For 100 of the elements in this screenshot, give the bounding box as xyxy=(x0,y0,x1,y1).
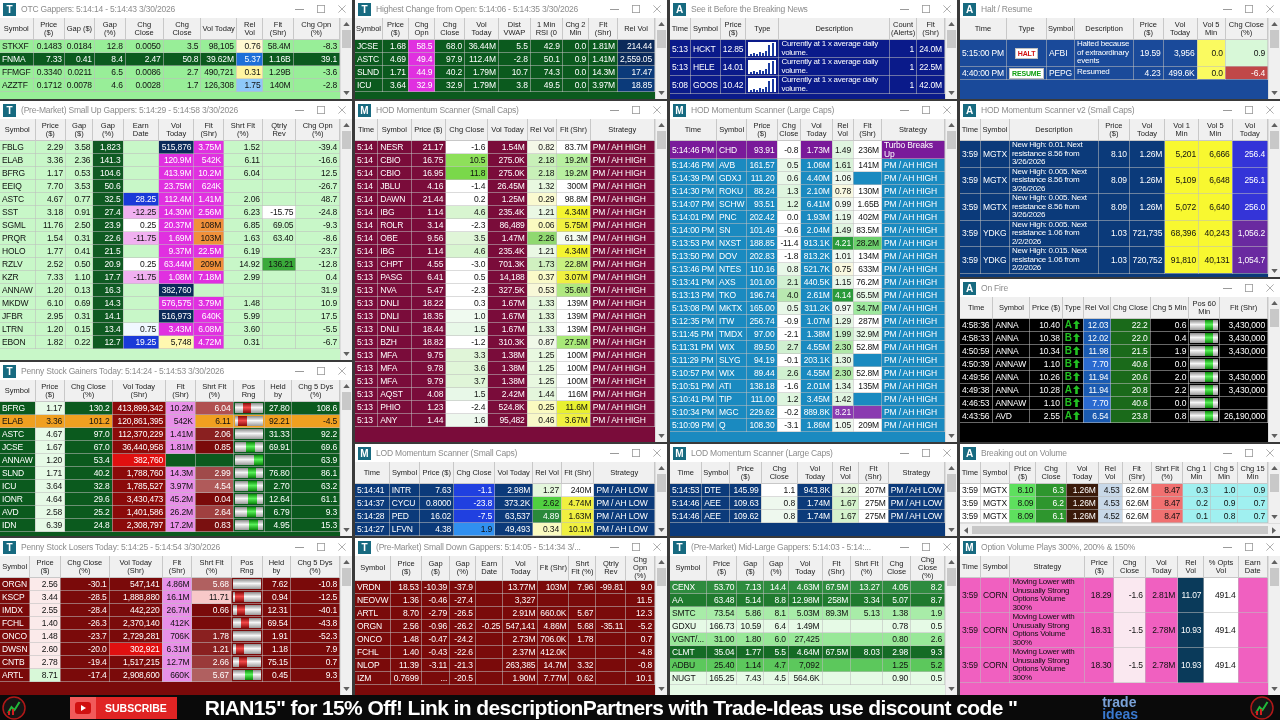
scrollbar-thumb[interactable] xyxy=(947,30,956,48)
vertical-scrollbar[interactable] xyxy=(1268,462,1280,523)
caret-up-icon[interactable] xyxy=(658,123,665,127)
minimize-icon[interactable] xyxy=(1223,8,1232,10)
caret-up-icon[interactable] xyxy=(658,22,665,26)
caret-down-icon[interactable] xyxy=(1271,515,1278,519)
vertical-scrollbar[interactable] xyxy=(340,18,352,99)
scrollbar-thumb[interactable] xyxy=(1270,131,1279,149)
minimize-icon[interactable] xyxy=(1223,452,1232,454)
maximize-icon[interactable] xyxy=(922,449,930,457)
caret-up-icon[interactable] xyxy=(1271,466,1278,470)
caret-down-icon[interactable] xyxy=(658,528,665,532)
close-icon[interactable] xyxy=(1266,543,1274,551)
minimize-icon[interactable] xyxy=(900,8,909,10)
close-icon[interactable] xyxy=(653,543,661,551)
maximize-icon[interactable] xyxy=(1245,449,1253,457)
caret-up-icon[interactable] xyxy=(948,560,955,564)
close-icon[interactable] xyxy=(653,5,661,13)
close-icon[interactable] xyxy=(338,367,346,375)
scrollbar-thumb[interactable] xyxy=(947,474,956,492)
close-icon[interactable] xyxy=(1266,106,1274,114)
caret-down-icon[interactable] xyxy=(1271,434,1278,438)
maximize-icon[interactable] xyxy=(1245,5,1253,13)
minimize-icon[interactable] xyxy=(900,546,909,548)
caret-down-icon[interactable] xyxy=(948,434,955,438)
vertical-scrollbar[interactable] xyxy=(1268,18,1280,99)
vertical-scrollbar[interactable] xyxy=(945,556,957,695)
close-icon[interactable] xyxy=(338,5,346,13)
close-icon[interactable] xyxy=(1266,5,1274,13)
caret-up-icon[interactable] xyxy=(1271,560,1278,564)
minimize-icon[interactable] xyxy=(295,370,304,372)
vertical-scrollbar[interactable] xyxy=(655,462,667,536)
caret-up-icon[interactable] xyxy=(343,22,350,26)
maximize-icon[interactable] xyxy=(317,367,325,375)
vertical-scrollbar[interactable] xyxy=(1268,556,1280,695)
caret-up-icon[interactable] xyxy=(948,22,955,26)
scrollbar-thumb[interactable] xyxy=(657,568,666,586)
close-icon[interactable] xyxy=(1266,449,1274,457)
caret-down-icon[interactable] xyxy=(343,91,350,95)
caret-up-icon[interactable] xyxy=(948,466,955,470)
maximize-icon[interactable] xyxy=(317,5,325,13)
caret-down-icon[interactable] xyxy=(1271,269,1278,273)
maximize-icon[interactable] xyxy=(317,106,325,114)
vertical-scrollbar[interactable] xyxy=(655,556,667,695)
minimize-icon[interactable] xyxy=(295,8,304,10)
scrollbar-thumb[interactable] xyxy=(657,30,666,48)
horizontal-scrollbar[interactable] xyxy=(960,523,1280,536)
caret-up-icon[interactable] xyxy=(1271,22,1278,26)
caret-down-icon[interactable] xyxy=(948,91,955,95)
vertical-scrollbar[interactable] xyxy=(340,119,352,360)
scrollbar-thumb[interactable] xyxy=(1270,474,1279,492)
caret-down-icon[interactable] xyxy=(1271,687,1278,691)
minimize-icon[interactable] xyxy=(610,109,619,111)
caret-up-icon[interactable] xyxy=(343,123,350,127)
minimize-icon[interactable] xyxy=(1223,109,1232,111)
scrollbar-thumb[interactable] xyxy=(1270,309,1279,327)
scrollbar-thumb[interactable] xyxy=(947,568,956,586)
caret-down-icon[interactable] xyxy=(343,687,350,691)
caret-up-icon[interactable] xyxy=(343,384,350,388)
close-icon[interactable] xyxy=(653,449,661,457)
maximize-icon[interactable] xyxy=(922,5,930,13)
vertical-scrollbar[interactable] xyxy=(945,18,957,99)
minimize-icon[interactable] xyxy=(900,109,909,111)
minimize-icon[interactable] xyxy=(900,452,909,454)
caret-right-icon[interactable] xyxy=(1272,526,1276,534)
close-icon[interactable] xyxy=(943,106,951,114)
caret-up-icon[interactable] xyxy=(343,560,350,564)
scrollbar-thumb[interactable] xyxy=(342,392,351,410)
caret-down-icon[interactable] xyxy=(1271,91,1278,95)
scrollbar-thumb[interactable] xyxy=(947,131,956,149)
minimize-icon[interactable] xyxy=(1223,546,1232,548)
maximize-icon[interactable] xyxy=(922,106,930,114)
minimize-icon[interactable] xyxy=(295,109,304,111)
close-icon[interactable] xyxy=(338,543,346,551)
vertical-scrollbar[interactable] xyxy=(1268,119,1280,277)
close-icon[interactable] xyxy=(653,106,661,114)
maximize-icon[interactable] xyxy=(632,543,640,551)
caret-left-icon[interactable] xyxy=(964,526,968,534)
close-icon[interactable] xyxy=(1266,284,1274,292)
scrollbar-thumb[interactable] xyxy=(972,526,1268,534)
caret-down-icon[interactable] xyxy=(658,434,665,438)
vertical-scrollbar[interactable] xyxy=(945,462,957,536)
caret-down-icon[interactable] xyxy=(948,528,955,532)
minimize-icon[interactable] xyxy=(1223,287,1232,289)
scrollbar-thumb[interactable] xyxy=(657,131,666,149)
caret-up-icon[interactable] xyxy=(1271,123,1278,127)
maximize-icon[interactable] xyxy=(632,449,640,457)
minimize-icon[interactable] xyxy=(295,546,304,548)
maximize-icon[interactable] xyxy=(632,106,640,114)
caret-down-icon[interactable] xyxy=(343,352,350,356)
caret-down-icon[interactable] xyxy=(658,91,665,95)
caret-up-icon[interactable] xyxy=(658,560,665,564)
maximize-icon[interactable] xyxy=(1245,543,1253,551)
vertical-scrollbar[interactable] xyxy=(340,380,352,536)
close-icon[interactable] xyxy=(943,449,951,457)
close-icon[interactable] xyxy=(943,543,951,551)
scrollbar-thumb[interactable] xyxy=(342,131,351,149)
minimize-icon[interactable] xyxy=(610,8,619,10)
maximize-icon[interactable] xyxy=(1245,106,1253,114)
maximize-icon[interactable] xyxy=(922,543,930,551)
